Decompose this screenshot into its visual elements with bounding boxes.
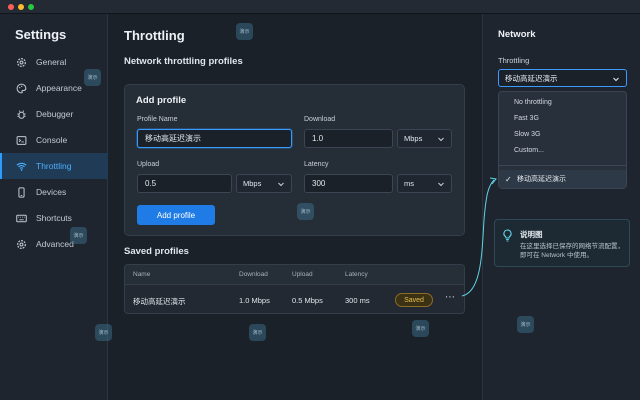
lightbulb-icon <box>503 229 512 242</box>
download-cell: 1.0 Mbps <box>239 296 270 305</box>
sidebar-item-label: Devices <box>36 187 67 197</box>
throttling-select-value: 移动高延迟演示 <box>505 73 558 83</box>
throttling-main: Throttling Network throttling profiles A… <box>108 14 481 400</box>
add-profile-card: Add profile Profile Name 移动高延迟演示 Downloa… <box>124 84 465 236</box>
check-icon: ✓ <box>505 174 512 184</box>
wifi-icon <box>16 161 27 172</box>
sidebar-item-devices[interactable]: Devices <box>0 179 108 205</box>
sidebar-item-debugger[interactable]: Debugger <box>0 101 108 127</box>
latency-input[interactable]: 300 <box>304 174 393 193</box>
menu-divider <box>499 165 626 166</box>
tip-body: 在这里选择已保存的网络节流配置，即可在 Network 中使用。 <box>520 243 624 259</box>
sidebar-item-label: Shortcuts <box>36 213 72 223</box>
sidebar-title: Settings <box>15 27 67 42</box>
watermark-stamp: 演示 <box>249 324 266 341</box>
terminal-icon <box>16 135 27 146</box>
sidebar-item-label: Advanced <box>36 239 74 249</box>
profile-name-cell: 移动高延迟演示 <box>133 297 186 306</box>
palette-icon <box>16 83 27 94</box>
sidebar-item-label: Console <box>36 135 68 145</box>
sidebar-item-label: Throttling <box>36 161 72 171</box>
watermark-stamp: 演示 <box>297 203 314 220</box>
latency-unit-value: ms <box>404 179 414 188</box>
throttling-dropdown-menu: No throttling Fast 3G Slow 3G Custom... … <box>498 91 627 189</box>
option-no-throttling[interactable]: No throttling <box>514 99 552 106</box>
keyboard-icon <box>16 213 27 224</box>
option-slow-3g[interactable]: Slow 3G <box>514 131 540 138</box>
close-window-button[interactable] <box>8 4 14 10</box>
sidebar-item-advanced[interactable]: Advanced <box>0 231 108 257</box>
watermark-stamp: 演示 <box>95 324 112 341</box>
panel-title: Network <box>498 29 536 40</box>
sidebar-item-label: General <box>36 57 67 67</box>
upload-label: Upload <box>137 161 160 168</box>
option-custom-profile-label: 移动高延迟演示 <box>517 176 566 183</box>
network-panel: Network Throttling 移动高延迟演示 No throttling… <box>482 14 640 400</box>
sidebar-item-label: Debugger <box>36 109 74 119</box>
throttling-select[interactable]: 移动高延迟演示 <box>498 69 627 87</box>
watermark-stamp: 演示 <box>517 316 534 333</box>
column-header-name: Name <box>133 271 151 278</box>
sidebar-item-shortcuts[interactable]: Shortcuts <box>0 205 108 231</box>
upload-cell: 0.5 Mbps <box>292 296 323 305</box>
upload-unit-select[interactable]: Mbps <box>236 174 292 193</box>
watermark-stamp: 演示 <box>84 69 101 86</box>
watermark-stamp: 演示 <box>236 23 253 40</box>
download-input[interactable]: 1.0 <box>304 129 393 148</box>
tip-title: 说明图 <box>520 230 543 239</box>
download-unit-select[interactable]: Mbps <box>397 129 452 148</box>
option-custom-profile[interactable]: ✓ 移动高延迟演示 <box>499 170 626 188</box>
info-tip: 说明图 在这里选择已保存的网络节流配置，即可在 Network 中使用。 <box>494 219 630 267</box>
chevron-down-icon <box>438 182 444 187</box>
download-label: Download <box>304 116 336 123</box>
saved-profiles-title: Saved profiles <box>124 246 189 257</box>
chevron-down-icon <box>613 77 619 82</box>
add-profile-title: Add profile <box>136 95 187 106</box>
profile-name-label: Profile Name <box>137 116 178 123</box>
column-header-download: Download <box>239 271 268 278</box>
column-header-upload: Upload <box>292 271 313 278</box>
upload-unit-value: Mbps <box>243 179 262 188</box>
profile-name-input[interactable]: 移动高延迟演示 <box>137 129 292 148</box>
gear-icon <box>16 239 27 250</box>
bug-icon <box>16 109 27 120</box>
more-options-icon[interactable]: ⋯ <box>445 292 456 303</box>
gear-icon <box>16 57 27 68</box>
download-unit-value: Mbps <box>404 134 423 143</box>
window-titlebar <box>0 0 640 14</box>
sidebar-item-throttling[interactable]: Throttling <box>0 153 108 179</box>
throttling-label: Throttling <box>498 56 530 65</box>
chevron-down-icon <box>438 137 444 142</box>
watermark-stamp: 演示 <box>70 227 87 244</box>
section-title: Network throttling profiles <box>124 56 243 67</box>
upload-input[interactable]: 0.5 <box>137 174 232 193</box>
latency-label: Latency <box>304 161 329 168</box>
saved-profiles-table: Name Download Upload Latency 移动高延迟演示 1.0… <box>124 264 465 314</box>
zoom-window-button[interactable] <box>28 4 34 10</box>
column-header-latency: Latency <box>345 271 368 278</box>
add-profile-button[interactable]: Add profile <box>137 205 215 225</box>
page-title: Throttling <box>124 28 185 43</box>
sidebar-item-label: Appearance <box>36 83 82 93</box>
latency-unit-select[interactable]: ms <box>397 174 452 193</box>
watermark-stamp: 演示 <box>412 320 429 337</box>
chevron-down-icon <box>278 182 284 187</box>
status-badge: Saved <box>395 293 433 307</box>
option-custom[interactable]: Custom... <box>514 147 544 154</box>
latency-cell: 300 ms <box>345 296 370 305</box>
phone-icon <box>16 186 27 198</box>
minimize-window-button[interactable] <box>18 4 24 10</box>
option-fast-3g[interactable]: Fast 3G <box>514 115 539 122</box>
sidebar-item-console[interactable]: Console <box>0 127 108 153</box>
table-header: Name Download Upload Latency <box>125 265 464 285</box>
